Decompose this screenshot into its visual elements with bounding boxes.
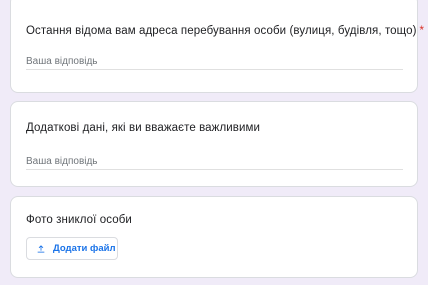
address-answer-input[interactable] (26, 53, 403, 70)
answer-field-container (26, 51, 403, 70)
question-title: Остання відома вам адреса перебування ос… (26, 25, 424, 37)
question-title: Додаткові дані, які ви вважаєте важливим… (26, 122, 261, 134)
answer-field-container (26, 151, 403, 170)
question-title: Фото зниклої особи (26, 214, 132, 226)
question-card-additional-info: Додаткові дані, які ви вважаєте важливим… (10, 101, 418, 187)
upload-icon (37, 244, 45, 253)
required-asterisk: * (419, 25, 425, 37)
question-card-photo: Фото зниклої особи Додати файл (10, 196, 418, 278)
add-file-button[interactable]: Додати файл (26, 237, 118, 260)
question-card-address: Остання відома вам адреса перебування ос… (10, 0, 424, 93)
add-file-label: Додати файл (53, 243, 116, 254)
question-title-text: Остання відома вам адреса перебування ос… (26, 25, 417, 37)
additional-info-answer-input[interactable] (26, 153, 403, 170)
